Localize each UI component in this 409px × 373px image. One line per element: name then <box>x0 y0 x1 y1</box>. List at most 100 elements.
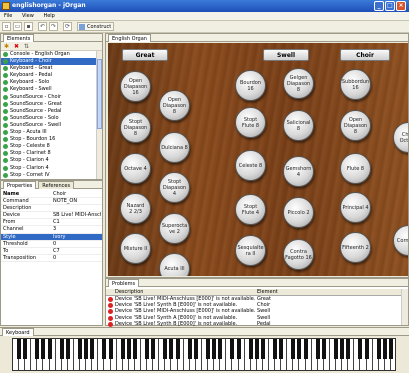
black-key[interactable] <box>108 339 113 359</box>
elements-scrollbar[interactable] <box>96 51 102 179</box>
stop-knob[interactable]: Salicional 8 <box>283 110 314 141</box>
element-list-item[interactable]: Keyboard - Great <box>1 65 96 72</box>
stop-knob[interactable]: Open Diapason 8 <box>159 90 190 121</box>
element-list-item[interactable]: SoundSource - Swell <box>1 122 96 129</box>
construct-button[interactable]: Construct <box>77 22 115 31</box>
property-value[interactable]: C1 <box>53 219 101 226</box>
element-list-item[interactable]: Keyboard - Pedal <box>1 72 96 79</box>
black-key[interactable] <box>334 339 339 359</box>
stop-knob[interactable]: Cornet IV <box>393 225 408 256</box>
property-value[interactable]: SB Live! MIDI-Anschlus <box>53 212 101 219</box>
black-key[interactable] <box>218 339 223 359</box>
refresh-icon[interactable]: ⟳ <box>63 22 72 31</box>
stop-knob[interactable]: Open Diapason 16 <box>120 71 151 102</box>
property-value[interactable]: 0 <box>53 255 101 262</box>
element-list-item[interactable]: Stop - Clarion 4 <box>1 165 96 172</box>
minimize-button[interactable]: _ <box>374 1 384 11</box>
stop-knob[interactable]: Flute 8 <box>340 153 371 184</box>
sort-icon[interactable]: ⇅ <box>23 43 30 50</box>
black-key[interactable] <box>65 339 70 359</box>
element-list-item[interactable]: SoundSource - Great <box>1 101 96 108</box>
black-key[interactable] <box>346 339 351 359</box>
tab-properties[interactable]: Properties <box>3 181 37 189</box>
redo-icon[interactable]: ↷ <box>49 22 58 31</box>
black-key[interactable] <box>169 339 174 359</box>
property-row[interactable]: Description <box>1 205 102 213</box>
black-key[interactable] <box>206 339 211 359</box>
element-list-item[interactable]: Keyboard - Swell <box>1 86 96 93</box>
property-value[interactable]: Ivory <box>53 234 101 241</box>
tab-references[interactable]: References <box>38 181 75 189</box>
stop-knob[interactable]: Dulciana 8 <box>159 132 190 163</box>
black-key[interactable] <box>145 339 150 359</box>
black-key[interactable] <box>84 339 89 359</box>
stop-knob[interactable]: Stopt Diapason 4 <box>159 172 190 203</box>
stop-knob[interactable]: Nazard 2 2/3 <box>120 193 151 224</box>
element-list-item[interactable]: SoundSource - Choir <box>1 94 96 101</box>
tab-keyboard[interactable]: Keyboard <box>2 328 34 336</box>
new-file-icon[interactable]: ▫ <box>2 22 11 31</box>
property-value[interactable]: 3 <box>53 226 101 233</box>
stop-knob[interactable]: Acuta III <box>159 253 190 276</box>
property-row[interactable]: Name Choir <box>1 191 102 199</box>
undo-icon[interactable]: ↶ <box>38 22 47 31</box>
stop-knob[interactable]: Choir Octave <box>393 122 408 153</box>
open-folder-icon[interactable]: ▭ <box>13 22 22 31</box>
menu-help[interactable]: Help <box>43 13 54 19</box>
black-key[interactable] <box>175 339 180 359</box>
tab-elements[interactable]: Elements <box>3 34 35 42</box>
property-row[interactable]: Device SB Live! MIDI-Anschlus <box>1 212 102 220</box>
black-key[interactable] <box>212 339 217 359</box>
element-list-item[interactable]: SoundSource - Pedal <box>1 108 96 115</box>
stop-knob[interactable]: Mixture II <box>120 233 151 264</box>
element-list-item[interactable]: Stop - Acuta III <box>1 129 96 136</box>
piano-keyboard[interactable] <box>12 338 396 371</box>
stop-knob[interactable]: Gemshorn 4 <box>283 156 314 187</box>
element-list-item[interactable]: SoundSource - Solo <box>1 115 96 122</box>
black-key[interactable] <box>364 339 369 359</box>
stop-knob[interactable]: Octave 4 <box>120 153 151 184</box>
column-description[interactable]: Description <box>115 289 143 296</box>
black-key[interactable] <box>59 339 64 359</box>
close-button[interactable]: × <box>396 1 406 11</box>
element-list-item[interactable]: Console - English Organ <box>1 51 96 58</box>
black-key[interactable] <box>132 339 137 359</box>
stop-knob[interactable]: Sesquialte ra II <box>235 235 266 266</box>
black-key[interactable] <box>23 339 28 359</box>
property-row[interactable]: Style Ivory <box>1 233 102 241</box>
column-element[interactable]: Element <box>257 289 278 296</box>
black-key[interactable] <box>187 339 192 359</box>
black-key[interactable] <box>248 339 253 359</box>
property-row[interactable]: Threshold 0 <box>1 241 102 248</box>
black-key[interactable] <box>35 339 40 359</box>
black-key[interactable] <box>273 339 278 359</box>
stop-knob[interactable]: Subbordun 16 <box>340 69 371 100</box>
black-key[interactable] <box>230 339 235 359</box>
property-value[interactable]: C7 <box>53 248 101 255</box>
stop-knob[interactable]: Stopt Diapason 8 <box>120 112 151 143</box>
element-list-item[interactable]: Keyboard - Solo <box>1 79 96 86</box>
property-value[interactable]: Choir <box>53 191 101 198</box>
save-icon[interactable]: ▪ <box>24 22 33 31</box>
black-key[interactable] <box>297 339 302 359</box>
stop-knob[interactable]: Superocta ve 2 <box>159 213 190 244</box>
tab-english-organ[interactable]: English Organ <box>108 34 151 42</box>
stop-knob[interactable]: Principal 4 <box>340 192 371 223</box>
scrollbar-thumb[interactable] <box>97 59 102 129</box>
black-key[interactable] <box>315 339 320 359</box>
element-list-item[interactable]: Stop - Celeste 8 <box>1 143 96 150</box>
black-key[interactable] <box>163 339 168 359</box>
remove-element-icon[interactable]: ✖ <box>13 43 20 50</box>
property-row[interactable]: To C7 <box>1 248 102 255</box>
black-key[interactable] <box>291 339 296 359</box>
black-key[interactable] <box>47 339 52 359</box>
stop-knob[interactable]: Celeste 8 <box>235 150 266 181</box>
stop-knob[interactable]: Fifteenth 2 <box>340 232 371 263</box>
black-key[interactable] <box>260 339 265 359</box>
black-key[interactable] <box>126 339 131 359</box>
black-key[interactable] <box>17 339 22 359</box>
stop-knob[interactable]: Stopt Flute 8 <box>235 107 266 138</box>
black-key[interactable] <box>78 339 83 359</box>
black-key[interactable] <box>321 339 326 359</box>
stop-knob[interactable]: Bourdon 16 <box>235 70 266 101</box>
